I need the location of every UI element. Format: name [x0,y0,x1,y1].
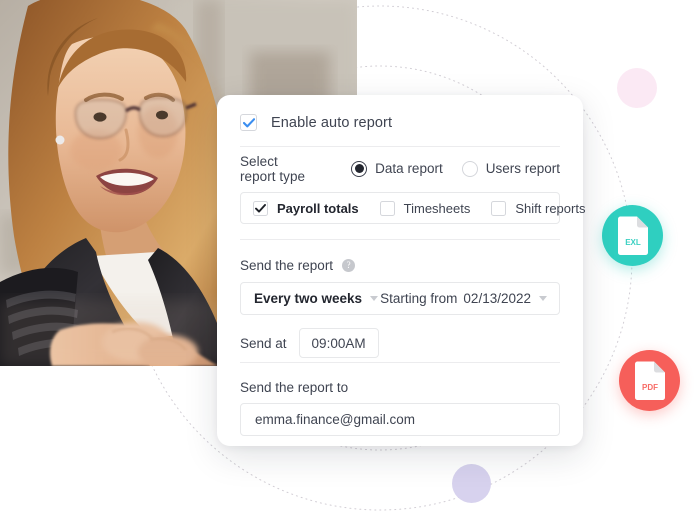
timesheets-checkbox[interactable] [379,200,395,216]
schedule-label-row: Send the report ? [240,240,560,282]
send-report-to-label: Send the report to [240,379,349,395]
promo-illustration: EXL PDF Enable auto report Select report… [0,0,700,513]
send-at-row: Send at 09:00AM [240,315,560,362]
starting-from-date: 02/13/2022 [463,291,531,306]
send-at-label: Send at [240,335,287,351]
starting-from-dropdown[interactable]: Starting from 02/13/2022 [380,291,547,306]
shift-reports-checkbox[interactable] [491,200,507,216]
send-the-report-label: Send the report [240,257,334,273]
exl-badge-text: EXL [625,238,641,247]
chevron-down-icon [370,296,379,301]
enable-auto-report-label: Enable auto report [271,114,393,131]
pill-item-payroll-totals[interactable]: Payroll totals [253,200,359,216]
recipient-email-value: emma.finance@gmail.com [255,412,416,427]
exl-file-icon: EXL [617,216,648,255]
recipient-email-input[interactable]: emma.finance@gmail.com [240,403,560,436]
users-report-label: Users report [485,161,560,176]
report-type-row: Select report type Data report Users rep… [240,147,560,190]
enable-auto-report-row[interactable]: Enable auto report [240,95,560,146]
frequency-dropdown[interactable]: Every two weeks [254,291,379,306]
payroll-totals-label: Payroll totals [277,200,359,216]
pink-dot [617,68,657,108]
payroll-totals-checkbox[interactable] [253,200,268,216]
purple-dot [452,464,491,503]
timesheets-label: Timesheets [403,200,471,216]
data-report-radio[interactable] [351,160,368,177]
pdf-file-badge: PDF [619,350,680,411]
auto-report-settings-card: Enable auto report Select report type Da… [217,95,585,446]
pdf-badge-text: PDF [642,383,658,392]
report-type-label: Select report type [240,153,306,184]
send-at-time-value: 09:00AM [311,335,366,351]
pdf-file-icon: PDF [634,361,665,400]
exl-file-badge: EXL [602,205,663,266]
schedule-frequency-row: Every two weeks Starting from 02/13/2022 [240,282,560,315]
chevron-down-icon [539,296,547,301]
help-question-icon[interactable]: ? [342,258,356,272]
send-at-time-input[interactable]: 09:00AM [298,328,379,358]
frequency-value: Every two weeks [254,291,363,306]
data-report-label: Data report [375,161,443,176]
enable-auto-report-checkbox[interactable] [240,114,257,131]
radio-item-users-report[interactable]: Users report [461,160,560,177]
checkmark-icon [255,203,266,213]
pill-item-timesheets[interactable]: Timesheets [379,200,471,216]
radio-item-data-report[interactable]: Data report [351,160,443,177]
recipient-label-row: Send the report to [240,363,560,399]
pill-item-shift-reports[interactable]: Shift reports [491,200,586,216]
users-report-radio[interactable] [461,160,478,177]
report-type-radio-group: Data report Users report [351,160,560,177]
checkmark-icon [242,117,255,127]
shift-reports-label: Shift reports [515,200,586,216]
starting-from-label: Starting from [380,291,458,306]
report-contents-group: Payroll totals Timesheets Shift reports [240,192,585,224]
